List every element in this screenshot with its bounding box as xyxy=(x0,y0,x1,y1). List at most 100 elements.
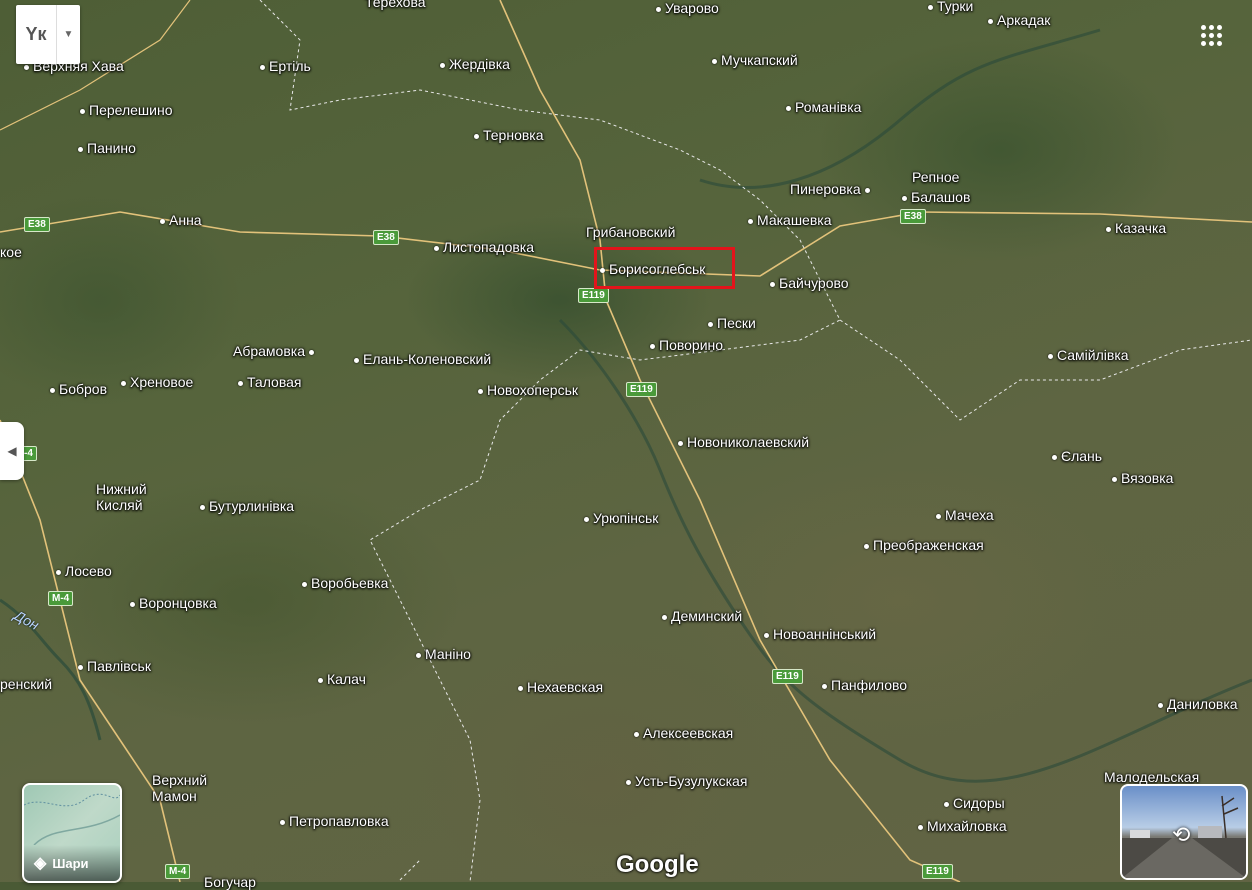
place-koe[interactable]: кое xyxy=(0,244,22,260)
place-balashov[interactable]: Балашов xyxy=(902,189,970,205)
place-ust-buzulukskaya[interactable]: Усть-Бузулукская xyxy=(626,773,747,789)
place-dot xyxy=(626,779,631,785)
place-dot xyxy=(24,64,29,70)
place-pereleshino[interactable]: Перелешино xyxy=(80,102,172,118)
road-shield: M-4 xyxy=(48,591,74,606)
place-manino[interactable]: Маніно xyxy=(416,646,471,662)
place-elan[interactable]: Єлань xyxy=(1052,448,1102,464)
place-listopadovka[interactable]: Листопадовка xyxy=(434,239,534,255)
place-talovaya[interactable]: Таловая xyxy=(238,374,301,390)
place-arkadak[interactable]: Аркадак xyxy=(988,12,1050,28)
place-verkhniy-mamon[interactable]: Верхний Мамон xyxy=(152,772,207,804)
place-nizhniy-kislyay[interactable]: Нижний Кисляй xyxy=(96,481,147,513)
place-dot xyxy=(1112,476,1117,482)
place-dot xyxy=(864,543,869,549)
layers-label: Шари xyxy=(52,855,89,871)
apps-grid-icon[interactable] xyxy=(1196,20,1226,50)
place-pinerovka[interactable]: Пинеровка xyxy=(790,181,874,197)
place-novokhopersk[interactable]: Новохоперськ xyxy=(478,382,578,398)
place-dot xyxy=(656,6,661,12)
place-khrenovoe[interactable]: Хреновое xyxy=(121,374,193,390)
street-view-thumbnail[interactable]: ⟲ xyxy=(1120,784,1248,880)
place-nekhaevskaya[interactable]: Нехаевская xyxy=(518,679,603,695)
rotate-360-icon: ⟲ xyxy=(1172,822,1191,847)
place-dot xyxy=(634,731,639,737)
place-petropavlovka[interactable]: Петропавловка xyxy=(280,813,389,829)
place-dot xyxy=(864,187,870,193)
place-peski[interactable]: Пески xyxy=(708,315,756,331)
road-shield: M-4 xyxy=(165,864,191,879)
place-losevo[interactable]: Лосево xyxy=(56,563,112,579)
place-novoanninskiy[interactable]: Новоаннінський xyxy=(764,626,876,642)
layers-button[interactable]: ◈ Шари xyxy=(22,783,122,883)
place-pavlivsk[interactable]: Павлівськ xyxy=(78,658,151,674)
place-danilovka[interactable]: Даниловка xyxy=(1158,696,1238,712)
road-shield: E38 xyxy=(24,217,50,232)
place-kazachka[interactable]: Казачка xyxy=(1106,220,1166,236)
place-dot xyxy=(302,581,307,587)
place-zherdivka[interactable]: Жердівка xyxy=(440,56,510,72)
road-shield: E119 xyxy=(626,382,657,397)
place-dot xyxy=(918,824,923,830)
place-dot xyxy=(440,62,445,68)
place-buturlinivka[interactable]: Бутурлинівка xyxy=(200,498,294,514)
place-bobrov[interactable]: Бобров xyxy=(50,381,107,397)
place-romanivka[interactable]: Романівка xyxy=(786,99,861,115)
place-dot xyxy=(121,380,126,386)
place-vorobyevka[interactable]: Воробьевка xyxy=(302,575,388,591)
place-repnoe[interactable]: Репное xyxy=(912,169,959,185)
place-sidory[interactable]: Сидоры xyxy=(944,795,1005,811)
place-dot xyxy=(80,108,85,114)
place-ertil[interactable]: Ертіль xyxy=(260,58,311,74)
place-anna[interactable]: Анна xyxy=(160,212,202,228)
place-uvarovo[interactable]: Уварово xyxy=(656,0,719,16)
road-shield: E38 xyxy=(900,209,926,224)
place-samiylivka[interactable]: Самійлівка xyxy=(1048,347,1129,363)
place-dot xyxy=(1048,353,1053,359)
place-dot xyxy=(354,357,359,363)
place-baychurovo[interactable]: Байчурово xyxy=(770,275,849,291)
place-makashevka[interactable]: Макашевка xyxy=(748,212,832,228)
place-bogucharb[interactable]: Богучар xyxy=(204,874,256,890)
road-shield: E38 xyxy=(373,230,399,245)
place-panino[interactable]: Панино xyxy=(78,140,136,156)
place-mutchkapskiy[interactable]: Мучкапский xyxy=(712,52,798,68)
language-selector[interactable]: Yк ▼ xyxy=(16,5,80,64)
chevron-down-icon[interactable]: ▼ xyxy=(57,29,80,40)
place-alekseevskaya[interactable]: Алексеевская xyxy=(634,725,733,741)
place-novonikolaevskiy[interactable]: Новониколаевский xyxy=(678,434,809,450)
place-deminskiy[interactable]: Деминский xyxy=(662,608,742,624)
place-vorontsovka[interactable]: Воронцовка xyxy=(130,595,217,611)
map-lines xyxy=(0,0,1252,882)
place-ternovka[interactable]: Терновка xyxy=(474,127,544,143)
place-uryupinsk[interactable]: Урюпінськ xyxy=(584,510,658,526)
place-dot xyxy=(78,146,83,152)
place-dot xyxy=(662,614,667,620)
place-abramovka[interactable]: Абрамовка xyxy=(233,343,318,359)
place-machekha[interactable]: Мачеха xyxy=(936,507,994,523)
place-dot xyxy=(786,105,791,111)
place-dot xyxy=(902,195,907,201)
place-malodelskaya[interactable]: Малодельская xyxy=(1104,769,1199,785)
place-dot xyxy=(650,343,655,349)
place-terekhovka[interactable]: Терехова xyxy=(365,0,426,10)
place-povorino[interactable]: Поворино xyxy=(650,337,723,353)
google-logo: Google xyxy=(616,851,699,878)
place-turki[interactable]: Турки xyxy=(928,0,973,14)
place-gribanovskiy[interactable]: Грибановский xyxy=(586,224,675,240)
place-preobrazhenskaya[interactable]: Преображенская xyxy=(864,537,984,553)
place-dot xyxy=(584,516,589,522)
place-elan-kolenovskiy[interactable]: Елань-Коленовский xyxy=(354,351,491,367)
place-panfilovo[interactable]: Панфилово xyxy=(822,677,907,693)
place-dot xyxy=(416,652,421,658)
place-mikhaylovka[interactable]: Михайловка xyxy=(918,818,1007,834)
place-kalach[interactable]: Калач xyxy=(318,671,366,687)
place-vyazovka[interactable]: Вязовка xyxy=(1112,470,1173,486)
place-renskiy[interactable]: ренский xyxy=(0,676,52,692)
place-dot xyxy=(748,218,753,224)
place-dot xyxy=(712,58,717,64)
chevron-left-icon[interactable]: ◀ xyxy=(0,422,24,480)
layers-label-row: ◈ Шари xyxy=(24,845,120,881)
satellite-map[interactable]: Терехова Верхняя Хава Ертіль Жердівка Ув… xyxy=(0,0,1252,890)
place-dot xyxy=(160,218,165,224)
